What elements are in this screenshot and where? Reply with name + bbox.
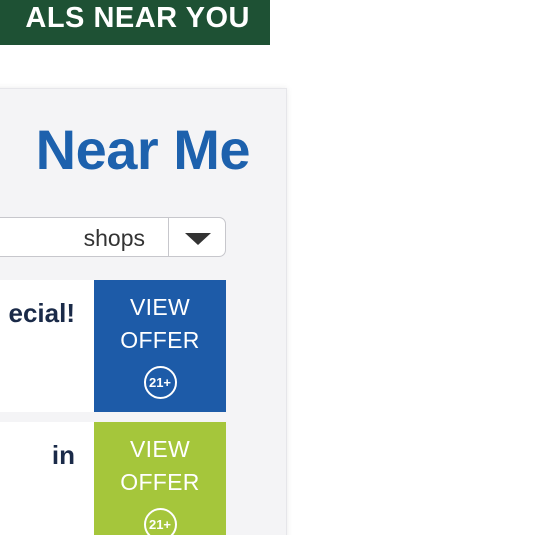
page: ALS NEAR YOU Near Me shops ecial! VIEW O…	[0, 0, 545, 535]
chevron-down-icon[interactable]	[185, 233, 211, 245]
view-offer-label-line1: VIEW	[130, 436, 190, 462]
category-select[interactable]: shops	[0, 217, 226, 257]
age-21-plus-icon: 21+	[143, 508, 177, 535]
view-offer-label-line2: OFFER	[120, 327, 200, 353]
view-offer-label-line2: OFFER	[120, 469, 200, 495]
view-offer-label-line1: VIEW	[130, 294, 190, 320]
banner-text: ALS NEAR YOU	[25, 2, 250, 34]
category-select-value: shops	[83, 225, 145, 251]
deal-card[interactable]: in VIEW OFFER 21+	[0, 422, 226, 535]
age-21-plus-icon: 21+	[143, 366, 177, 399]
widget-title: Near Me	[35, 118, 251, 181]
deals-widget-panel: Near Me shops ecial! VIEW OFFER 21+ in V…	[0, 88, 287, 535]
deals-near-you-banner: ALS NEAR YOU	[0, 0, 270, 45]
deal-title[interactable]: ecial!	[9, 298, 76, 329]
deal-card[interactable]: ecial! VIEW OFFER 21+	[0, 280, 226, 412]
deal-title[interactable]: in	[52, 440, 75, 471]
view-offer-button[interactable]: VIEW OFFER 21+	[94, 422, 226, 535]
view-offer-button[interactable]: VIEW OFFER 21+	[94, 280, 226, 412]
select-divider	[168, 218, 169, 256]
